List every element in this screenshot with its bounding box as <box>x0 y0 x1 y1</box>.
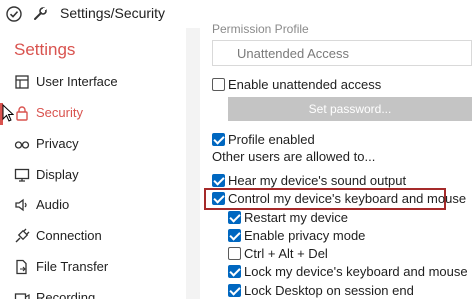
ctrl-alt-del-checkbox[interactable] <box>228 247 241 260</box>
lock-desktop-checkbox[interactable] <box>228 284 241 297</box>
sidebar-item-display[interactable]: Display <box>0 161 186 189</box>
security-settings-panel: Permission Profile Unattended Access Ena… <box>200 22 474 299</box>
permission-profile-header: Permission Profile <box>212 22 309 36</box>
control-keyboard-mouse-checkbox[interactable] <box>212 192 225 205</box>
sidebar-heading: Settings <box>14 40 76 59</box>
restart-device-checkbox[interactable] <box>228 211 241 224</box>
sidebar-item-privacy[interactable]: Privacy <box>0 130 186 158</box>
recording-icon <box>14 290 30 299</box>
permission-label: Hear my device's sound output <box>228 173 407 188</box>
sidebar-item-label: Display <box>36 167 79 182</box>
profile-enabled-label: Profile enabled <box>228 132 315 147</box>
lock-icon <box>14 105 30 121</box>
glasses-icon <box>14 136 30 152</box>
set-password-button[interactable]: Set password... <box>228 97 472 121</box>
sidebar-item-file-transfer[interactable]: File Transfer <box>0 253 186 281</box>
permission-label: Lock my device's keyboard and mouse <box>244 264 468 279</box>
sidebar-item-user-interface[interactable]: User Interface <box>0 68 186 96</box>
sidebar-item-label: Connection <box>36 228 102 243</box>
file-transfer-icon <box>14 259 30 275</box>
check-icon <box>6 6 22 22</box>
enable-unattended-access-label: Enable unattended access <box>228 77 382 92</box>
allowed-text: Other users are allowed to... <box>212 149 376 164</box>
sidebar-item-security[interactable]: Security <box>0 99 186 127</box>
settings-sidebar: Settings User Interface Security Privacy… <box>0 28 186 299</box>
lock-keyboard-mouse-checkbox[interactable] <box>228 265 241 278</box>
permission-label: Ctrl + Alt + Del <box>244 246 328 261</box>
hear-sound-checkbox[interactable] <box>212 174 225 187</box>
window-title: Settings/Security <box>60 5 166 21</box>
sidebar-item-label: Security <box>36 105 83 120</box>
permission-label: Lock Desktop on session end <box>244 283 414 298</box>
permission-label: Enable privacy mode <box>244 228 366 243</box>
sidebar-item-label: Recording <box>36 290 96 299</box>
sidebar-item-recording[interactable]: Recording <box>0 284 186 299</box>
enable-unattended-access-checkbox[interactable] <box>212 78 225 91</box>
sidebar-item-audio[interactable]: Audio <box>0 191 186 219</box>
plug-icon <box>14 228 30 244</box>
user-interface-icon <box>14 74 30 90</box>
set-password-label: Set password... <box>308 102 392 116</box>
sidebar-item-label: Privacy <box>36 136 79 151</box>
profile-dropdown-value: Unattended Access <box>237 46 350 61</box>
sidebar-item-label: File Transfer <box>36 259 109 274</box>
permission-label: Restart my device <box>244 210 349 225</box>
sidebar-item-label: Audio <box>36 197 70 212</box>
monitor-icon <box>14 167 30 183</box>
wrench-icon[interactable] <box>32 6 48 22</box>
mouse-cursor-icon <box>2 103 15 127</box>
sidebar-item-label: User Interface <box>36 74 118 89</box>
profile-dropdown[interactable]: Unattended Access <box>212 40 472 66</box>
scroll-divider[interactable] <box>186 28 200 299</box>
speaker-icon <box>14 197 30 213</box>
permission-label: Control my device's keyboard and mouse <box>228 191 467 206</box>
profile-enabled-checkbox[interactable] <box>212 133 225 146</box>
privacy-mode-checkbox[interactable] <box>228 229 241 242</box>
sidebar-item-connection[interactable]: Connection <box>0 222 186 250</box>
